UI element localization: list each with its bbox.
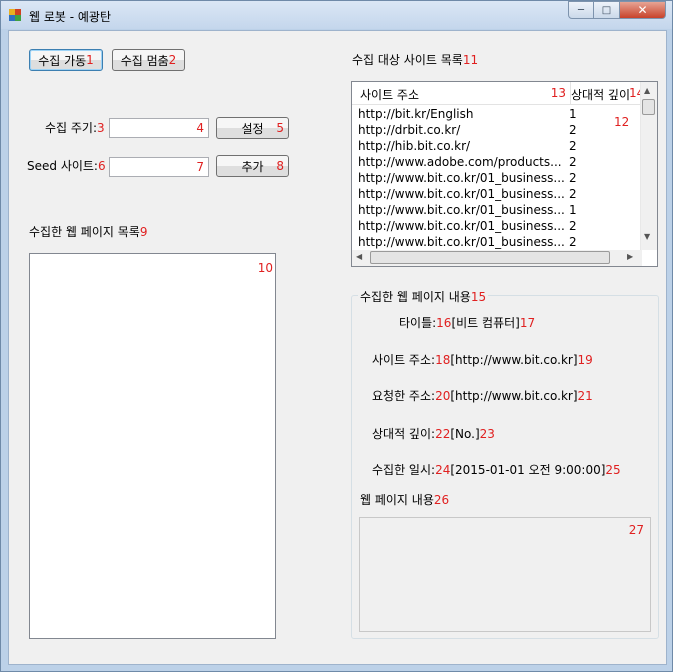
app-icon <box>9 9 21 21</box>
maximize-icon: □ <box>601 4 612 16</box>
row-url[interactable]: http://drbit.co.kr/ <box>358 123 564 139</box>
row-depth: 2 <box>569 187 577 201</box>
page-body-label: 웹 페이지 내용26 <box>360 493 450 507</box>
marker-25: 25 <box>605 463 621 477</box>
horizontal-scrollbar[interactable]: ◀ ▶ <box>352 250 642 266</box>
stop-collect-button[interactable]: 수집 멈춤 2 <box>112 49 185 71</box>
add-button[interactable]: 추가 8 <box>216 155 289 177</box>
close-button[interactable]: ✕ <box>620 1 666 19</box>
site-address-label: 사이트 주소:18[http://www.bit.co.kr]19 <box>372 353 593 367</box>
collected-date-label: 수집한 일시:24[2015-01-01 오전 9:00:00]25 <box>372 463 621 477</box>
marker-19: 19 <box>577 353 593 367</box>
marker-4: 4 <box>196 121 204 135</box>
marker-21: 21 <box>577 389 593 403</box>
page-body-textbox[interactable]: 27 <box>359 517 651 632</box>
row-depth: 2 <box>569 123 577 137</box>
depth-value: [No.] <box>450 427 480 441</box>
marker-7: 7 <box>196 160 204 174</box>
period-label: 수집 주기:3 <box>45 121 105 135</box>
row-url[interactable]: http://bit.kr/English <box>358 107 564 123</box>
row-url[interactable]: http://www.bit.co.kr/01_business... <box>358 203 564 219</box>
scroll-down-icon[interactable]: ▼ <box>644 232 650 241</box>
listview-header: 사이트 주소 13 상대적 깊이 14 <box>352 82 643 105</box>
scroll-up-icon[interactable]: ▲ <box>644 86 650 95</box>
collected-list-label: 수집한 웹 페이지 목록9 <box>29 225 148 239</box>
marker-2: 2 <box>168 53 177 67</box>
row-depth: 2 <box>569 155 577 169</box>
set-button[interactable]: 설정 5 <box>216 117 289 139</box>
collected-pages-list[interactable]: 10 <box>29 253 276 639</box>
vertical-scroll-thumb[interactable] <box>642 99 655 115</box>
marker-17: 17 <box>519 316 536 330</box>
maximize-button[interactable]: □ <box>594 1 620 19</box>
marker-18: 18 <box>435 353 451 367</box>
group-title: 수집한 웹 페이지 내용15 <box>358 288 489 305</box>
start-collect-label: 수집 가동 <box>38 53 87 68</box>
marker-16: 16 <box>436 316 452 330</box>
main-window: 웹 로봇 - 예광탄 ─ □ ✕ 수집 가동 1 수집 멈춤 2 수집 주기:3 4… <box>0 0 673 672</box>
row-depth: 1 <box>569 107 577 121</box>
requested-address-value: [http://www.bit.co.kr] <box>450 389 578 403</box>
marker-23: 23 <box>479 427 495 441</box>
row-depth: 2 <box>569 235 577 249</box>
marker-27: 27 <box>628 523 644 537</box>
title-value: [비트 컴퓨터] <box>451 316 520 330</box>
marker-26: 26 <box>433 493 450 507</box>
row-url[interactable]: http://www.bit.co.kr/01_business... <box>358 187 564 203</box>
site-address-value: [http://www.bit.co.kr] <box>450 353 578 367</box>
row-depth: 1 <box>569 203 577 217</box>
marker-3: 3 <box>97 121 105 135</box>
target-sites-listview[interactable]: 사이트 주소 13 상대적 깊이 14 http://bit.kr/Englis… <box>351 81 658 267</box>
client-area: 수집 가동 1 수집 멈춤 2 수집 주기:3 4 설정 5 Seed 사이트:6 … <box>8 30 667 665</box>
row-url[interactable]: http://www.bit.co.kr/01_business... <box>358 171 564 187</box>
requested-address-label: 요청한 주소:20[http://www.bit.co.kr]21 <box>372 389 593 403</box>
row-depth: 2 <box>569 139 577 153</box>
seed-label: Seed 사이트:6 <box>27 159 106 173</box>
targets-label: 수집 대상 사이트 목록11 <box>352 53 479 67</box>
start-collect-button[interactable]: 수집 가동 1 <box>29 49 103 71</box>
row-depth: 2 <box>569 219 577 233</box>
marker-6: 6 <box>97 159 106 173</box>
marker-8: 8 <box>276 159 284 173</box>
marker-9: 9 <box>139 225 148 239</box>
marker-12: 12 <box>614 115 630 129</box>
stop-collect-label: 수집 멈춤 <box>120 53 169 68</box>
minimize-icon: ─ <box>577 4 585 16</box>
seed-input[interactable]: 7 <box>109 157 209 177</box>
row-depth: 2 <box>569 171 577 185</box>
scroll-right-icon[interactable]: ▶ <box>627 252 633 261</box>
marker-11: 11 <box>462 53 479 67</box>
horizontal-scroll-thumb[interactable] <box>370 251 610 264</box>
marker-10: 10 <box>257 261 273 275</box>
scroll-left-icon[interactable]: ◀ <box>356 252 362 261</box>
marker-22: 22 <box>435 427 451 441</box>
marker-24: 24 <box>435 463 451 477</box>
add-label: 추가 <box>241 159 264 174</box>
close-icon: ✕ <box>637 3 648 17</box>
row-url[interactable]: http://www.bit.co.kr/01_business... <box>358 219 564 235</box>
window-title: 웹 로봇 - 예광탄 <box>29 10 112 24</box>
period-input[interactable]: 4 <box>109 118 209 138</box>
collected-date-value: [2015-01-01 오전 9:00:00] <box>450 463 606 477</box>
marker-5: 5 <box>276 121 284 135</box>
depth-label: 상대적 깊이:22[No.]23 <box>372 427 495 441</box>
column-header-depth[interactable]: 상대적 깊이 14 <box>571 82 643 104</box>
row-url[interactable]: http://hib.bit.co.kr/ <box>358 139 564 155</box>
marker-15: 15 <box>470 290 487 304</box>
minimize-button[interactable]: ─ <box>568 1 594 19</box>
column-header-address[interactable]: 사이트 주소 13 <box>352 82 571 104</box>
marker-1: 1 <box>86 53 94 67</box>
row-url[interactable]: http://www.bit.co.kr/01_business... <box>358 235 564 251</box>
marker-13: 13 <box>550 86 566 100</box>
marker-20: 20 <box>435 389 451 403</box>
title-label: 타이틀:16[비트 컴퓨터]17 <box>399 316 536 330</box>
vertical-scrollbar[interactable]: ▲ ▼ <box>640 82 657 250</box>
set-label: 설정 <box>241 121 264 136</box>
title-bar[interactable]: 웹 로봇 - 예광탄 ─ □ ✕ <box>1 1 672 29</box>
row-url[interactable]: http://www.adobe.com/products... <box>358 155 564 171</box>
